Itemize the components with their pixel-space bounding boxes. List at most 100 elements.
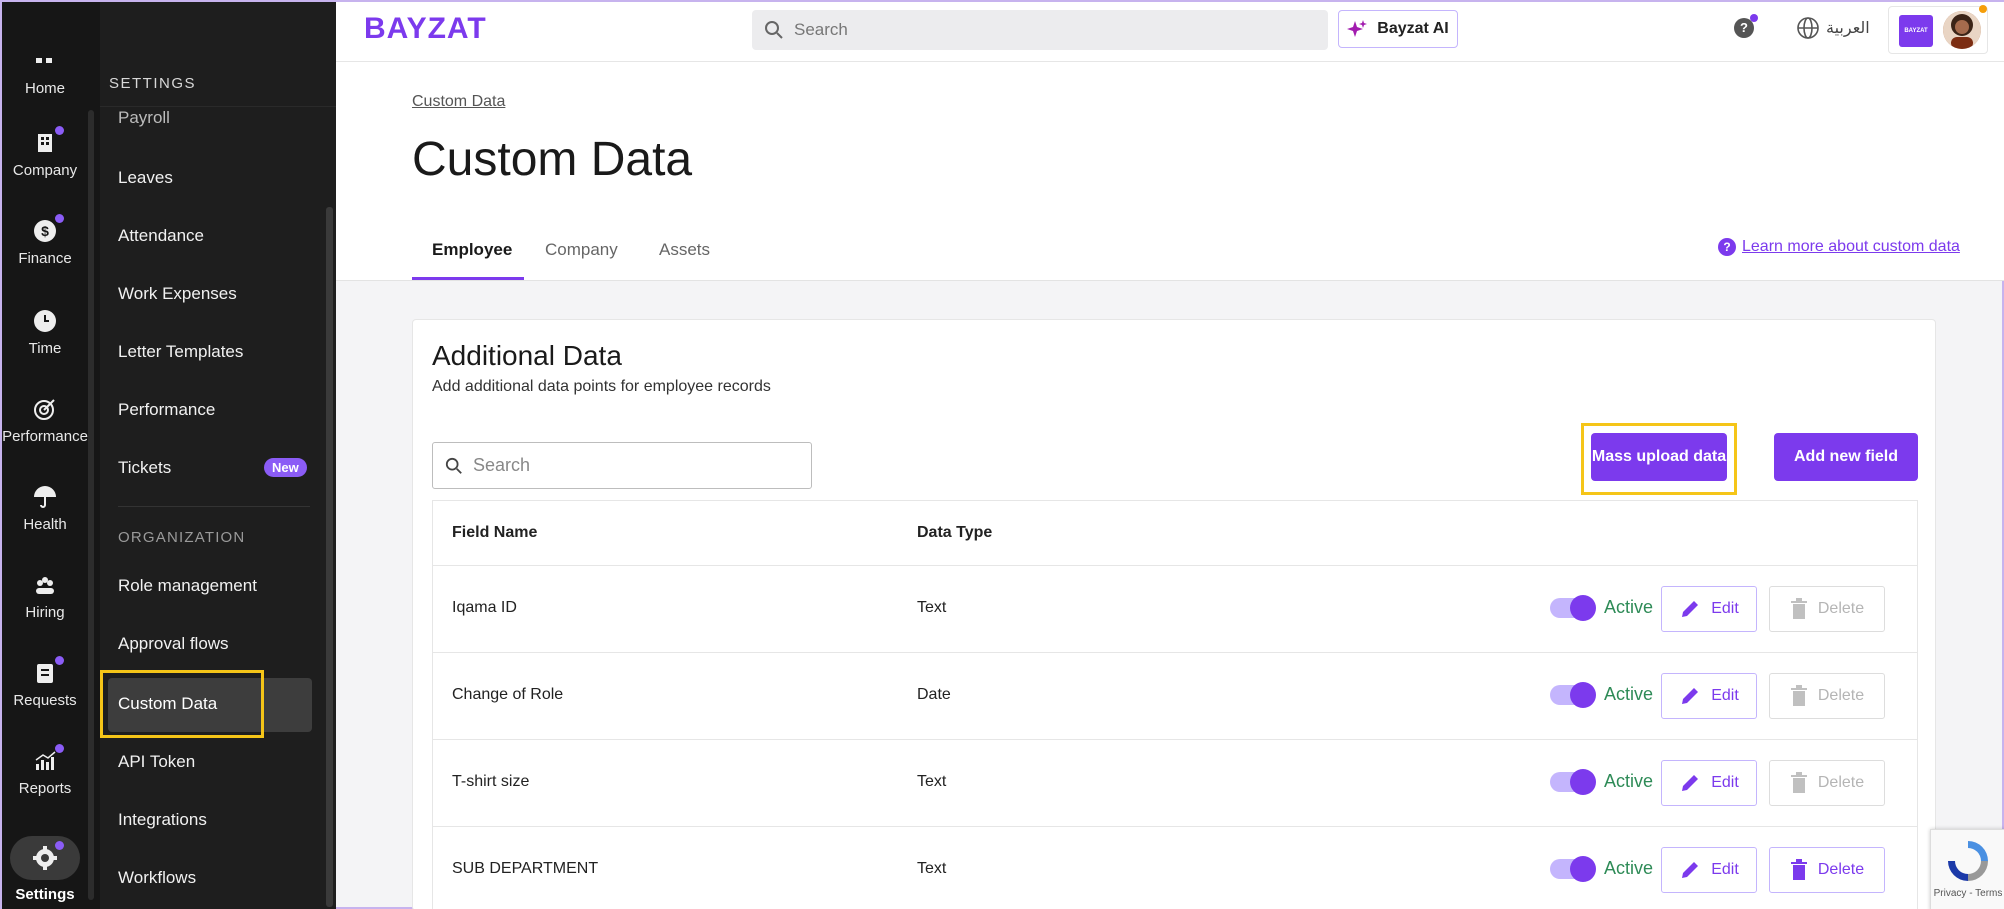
trash-icon	[1790, 859, 1807, 880]
settings-item-role-management[interactable]: Role management	[118, 576, 257, 596]
card-title: Additional Data	[432, 340, 622, 371]
status-dot	[1979, 5, 1987, 13]
tab-employee[interactable]: Employee	[432, 240, 512, 260]
delete-button[interactable]: Delete	[1769, 760, 1885, 806]
page-header: Custom Data Custom Data Employee Company…	[336, 62, 2004, 281]
trash-icon	[1790, 772, 1807, 793]
table-row: SUB DEPARTMENT Text Active Edit Delete	[432, 827, 1918, 909]
table-row: T-shirt size Text Active Edit Delete	[432, 740, 1918, 827]
top-bar: BAYZAT Search Bayzat AI ? العربية BAYZAT	[336, 2, 2004, 62]
rail-label: Performance	[2, 428, 88, 445]
rail-label: Reports	[18, 780, 72, 797]
rail-health[interactable]: Health	[2, 484, 88, 533]
data-type: Date	[917, 686, 951, 703]
rail-reports[interactable]: Reports	[2, 744, 88, 797]
rail-requests[interactable]: Requests	[2, 656, 88, 709]
bayzat-ai-button[interactable]: Bayzat AI	[1338, 10, 1458, 48]
rail-hiring[interactable]: Hiring	[2, 572, 88, 621]
people-icon	[32, 572, 58, 598]
settings-item-performance[interactable]: Performance	[118, 400, 215, 420]
tab-company[interactable]: Company	[545, 240, 618, 260]
gear-icon	[32, 841, 64, 871]
rail-label: Finance	[18, 250, 72, 267]
settings-item-integrations[interactable]: Integrations	[118, 810, 207, 830]
rail-settings[interactable]: Settings	[2, 836, 88, 903]
add-new-field-button[interactable]: Add new field	[1774, 433, 1918, 481]
edit-button[interactable]: Edit	[1661, 760, 1757, 806]
settings-item-leaves[interactable]: Leaves	[118, 168, 173, 188]
card-subtitle: Add additional data points for employee …	[432, 378, 771, 395]
status-label: Active	[1604, 858, 1654, 878]
org-logo: BAYZAT	[1899, 15, 1933, 47]
column-header-field-name: Field Name	[452, 524, 538, 541]
settings-item-tickets[interactable]: Tickets	[118, 458, 171, 478]
settings-item-work-expenses[interactable]: Work Expenses	[118, 284, 237, 304]
rail-finance[interactable]: $ Finance	[2, 214, 88, 267]
pencil-icon	[1682, 775, 1699, 791]
status-label: Active	[1604, 597, 1654, 617]
highlight-box	[100, 670, 264, 738]
rail-label: Settings	[15, 886, 75, 903]
status-label: Active	[1604, 684, 1654, 704]
settings-item-letter-templates[interactable]: Letter Templates	[118, 342, 243, 362]
rail-company[interactable]: Company	[2, 126, 88, 179]
tab-assets[interactable]: Assets	[659, 240, 710, 260]
recaptcha-badge[interactable]: Privacy - Terms	[1930, 829, 2004, 909]
edit-label: Edit	[1711, 600, 1739, 617]
trash-icon	[1790, 685, 1807, 706]
breadcrumb[interactable]: Custom Data	[412, 93, 505, 111]
rail-time[interactable]: Time	[2, 308, 88, 357]
search-icon	[445, 457, 462, 474]
clipboard-icon	[32, 656, 64, 686]
active-toggle[interactable]	[1550, 769, 1596, 795]
global-search-input[interactable]: Search	[752, 10, 1328, 50]
settings-item-payroll[interactable]: Payroll	[118, 108, 170, 128]
mass-upload-button[interactable]: Mass upload data	[1591, 433, 1727, 481]
umbrella-icon	[32, 484, 58, 510]
delete-button[interactable]: Delete	[1769, 847, 1885, 893]
data-type: Text	[917, 773, 947, 790]
bayzat-logo[interactable]: BAYZAT	[364, 12, 487, 46]
rail-scrollbar[interactable]	[88, 110, 94, 900]
settings-item-api-token[interactable]: API Token	[118, 752, 195, 772]
delete-button[interactable]: Delete	[1769, 586, 1885, 632]
rail-label: Company	[12, 162, 78, 179]
edit-button[interactable]: Edit	[1661, 586, 1757, 632]
delete-button[interactable]: Delete	[1769, 673, 1885, 719]
learn-more-text: Learn more about custom data	[1742, 238, 1960, 255]
table-header: Field Name Data Type	[432, 500, 1918, 566]
chart-icon	[32, 744, 64, 774]
settings-item-attendance[interactable]: Attendance	[118, 226, 204, 246]
rail-performance[interactable]: Performance	[2, 396, 88, 445]
settings-panel: SETTINGS Payroll Leaves Attendance Work …	[100, 2, 336, 909]
home-icon	[32, 48, 58, 74]
clock-icon	[32, 308, 58, 334]
delete-label: Delete	[1817, 687, 1865, 704]
edit-button[interactable]: Edit	[1661, 673, 1757, 719]
data-type: Text	[917, 599, 947, 616]
organization-section-label: ORGANIZATION	[118, 529, 246, 546]
settings-item-workflows[interactable]: Workflows	[118, 868, 196, 888]
sparkle-icon	[1347, 20, 1368, 37]
language-switch[interactable]: العربية	[1826, 18, 1870, 38]
new-badge: New	[264, 458, 307, 477]
delete-label: Delete	[1817, 600, 1865, 617]
pencil-icon	[1682, 862, 1699, 878]
active-toggle[interactable]	[1550, 856, 1596, 882]
settings-item-approval-flows[interactable]: Approval flows	[118, 634, 229, 654]
active-toggle[interactable]	[1550, 682, 1596, 708]
field-name: Change of Role	[452, 686, 564, 703]
table-row: Iqama ID Text Active Edit Delete	[432, 566, 1918, 653]
active-toggle[interactable]	[1550, 595, 1596, 621]
avatar	[1943, 11, 1981, 49]
field-search-input[interactable]: Search	[432, 442, 812, 489]
user-menu[interactable]: BAYZAT	[1888, 5, 1988, 54]
panel-scrollbar[interactable]	[326, 207, 333, 907]
edit-button[interactable]: Edit	[1661, 847, 1757, 893]
icon-rail: Home Company $ Finance Time Performance …	[2, 2, 100, 909]
fields-table: Field Name Data Type Iqama ID Text Activ…	[432, 500, 1918, 909]
recaptcha-text[interactable]: Privacy - Terms	[1931, 888, 2004, 899]
rail-home[interactable]: Home	[2, 48, 88, 97]
globe-icon[interactable]	[1796, 16, 1820, 40]
learn-more-link[interactable]: ? Learn more about custom data	[1718, 238, 1960, 256]
